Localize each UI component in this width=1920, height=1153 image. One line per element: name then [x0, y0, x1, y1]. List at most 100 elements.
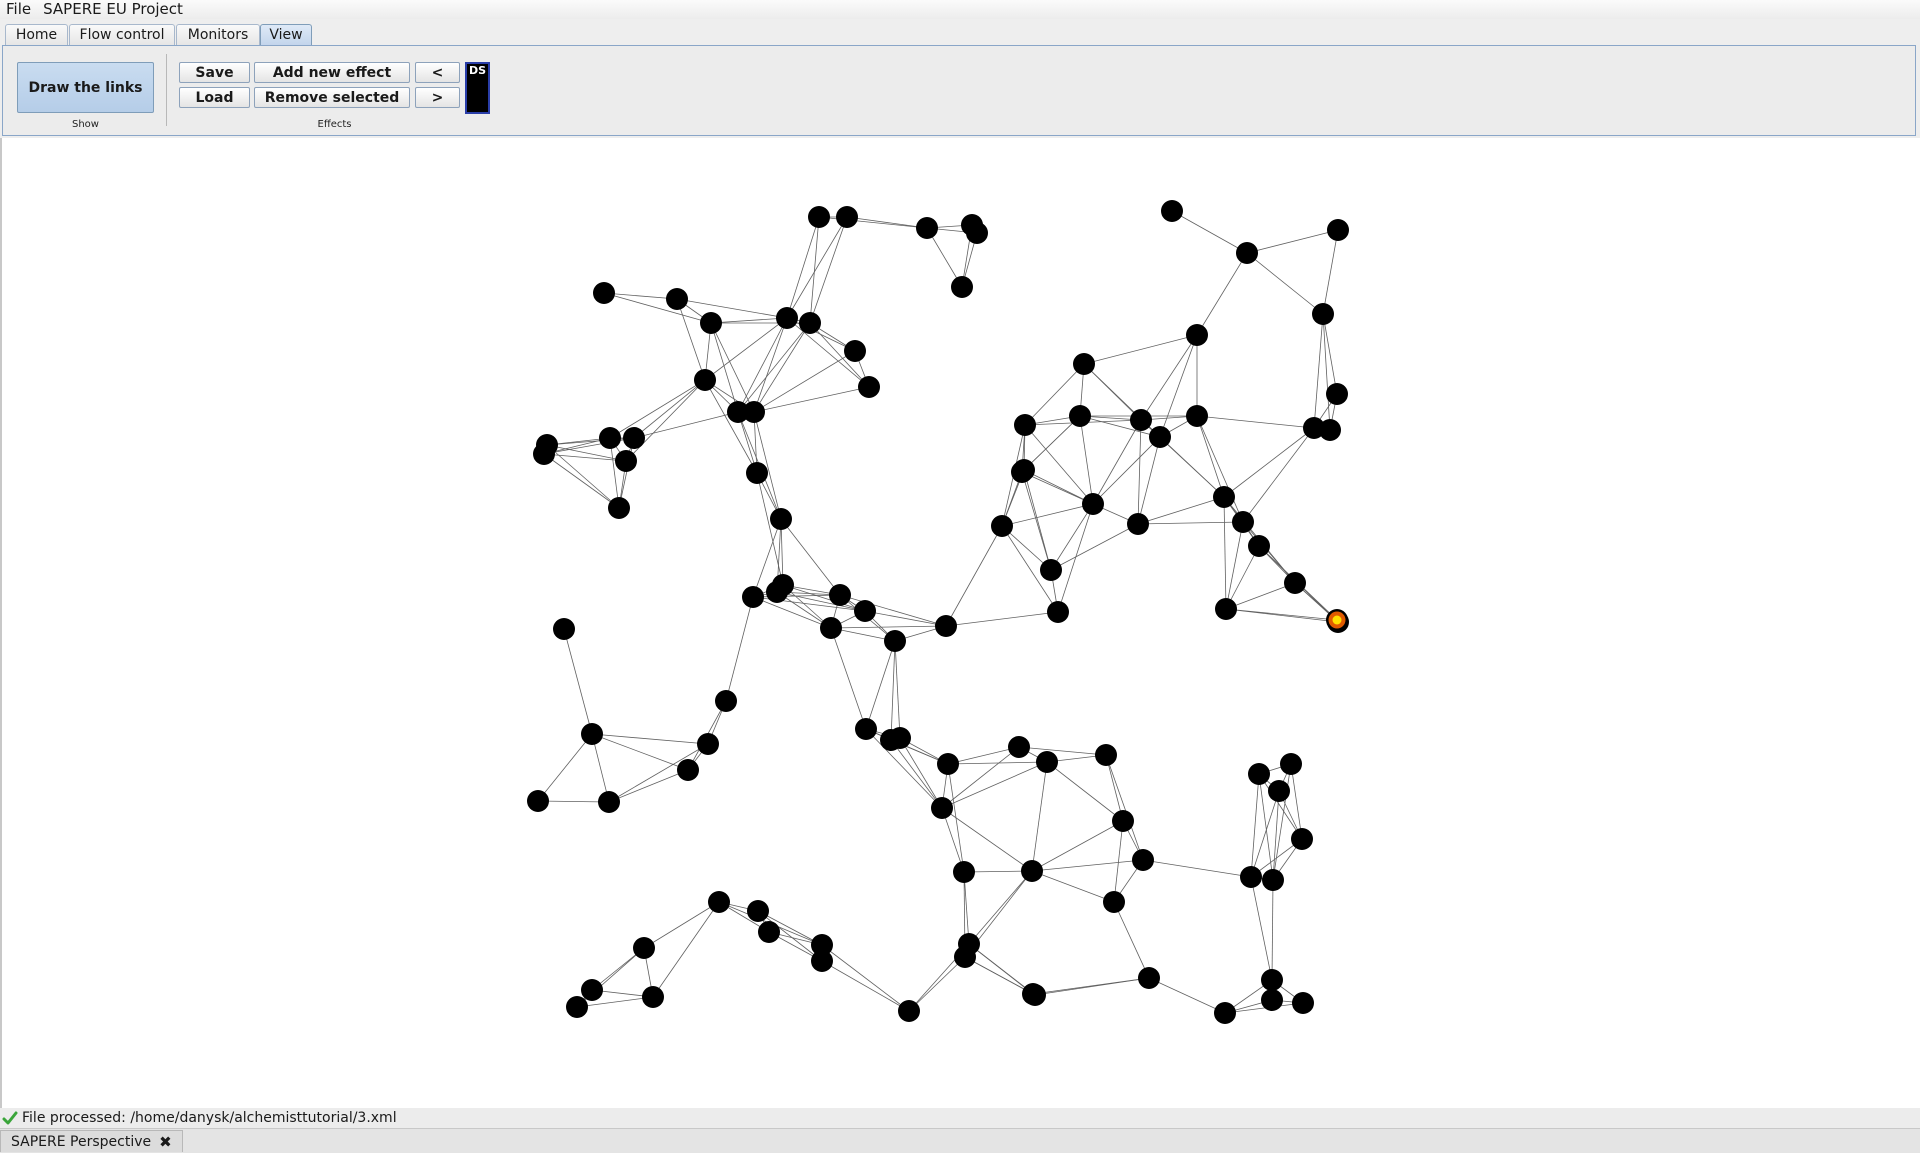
save-button[interactable]: Save	[179, 62, 250, 83]
graph-node[interactable]	[633, 937, 655, 959]
graph-node[interactable]	[889, 727, 911, 749]
effect-ds-slot[interactable]: DS	[465, 62, 490, 114]
graph-node[interactable]	[1280, 753, 1302, 775]
graph-node[interactable]	[566, 996, 588, 1018]
graph-node[interactable]	[677, 759, 699, 781]
graph-node[interactable]	[1291, 828, 1313, 850]
graph-canvas[interactable]	[0, 138, 1920, 1108]
graph-node[interactable]	[991, 515, 1013, 537]
graph-node[interactable]	[758, 921, 780, 943]
graph-node[interactable]	[1047, 601, 1069, 623]
graph-node[interactable]	[966, 222, 988, 244]
graph-node[interactable]	[1319, 419, 1341, 441]
graph-node[interactable]	[608, 497, 630, 519]
graph-node[interactable]	[854, 600, 876, 622]
graph-node[interactable]	[1014, 414, 1036, 436]
graph-node[interactable]	[1024, 984, 1046, 1006]
graph-node[interactable]	[533, 443, 555, 465]
graph-node[interactable]	[615, 450, 637, 472]
graph-node[interactable]	[623, 427, 645, 449]
add-new-effect-button[interactable]: Add new effect	[254, 62, 410, 83]
draw-links-button[interactable]: Draw the links	[17, 62, 154, 113]
graph-node[interactable]	[527, 790, 549, 812]
graph-node[interactable]	[1326, 383, 1348, 405]
load-button[interactable]: Load	[179, 87, 250, 108]
tab-view[interactable]: View	[260, 24, 312, 45]
next-effect-button[interactable]: >	[415, 87, 460, 108]
graph-node[interactable]	[1069, 405, 1091, 427]
network-graph[interactable]	[2, 138, 1920, 1108]
perspective-tab[interactable]: SAPERE Perspective ✖	[0, 1130, 183, 1152]
graph-node[interactable]	[1149, 426, 1171, 448]
graph-node[interactable]	[1008, 736, 1030, 758]
graph-node[interactable]	[1312, 303, 1334, 325]
graph-node[interactable]	[1236, 242, 1258, 264]
graph-node[interactable]	[1112, 810, 1134, 832]
graph-node[interactable]	[884, 630, 906, 652]
graph-node[interactable]	[1103, 891, 1125, 913]
graph-node[interactable]	[1248, 535, 1270, 557]
remove-selected-button[interactable]: Remove selected	[254, 87, 410, 108]
graph-node[interactable]	[1127, 513, 1149, 535]
graph-node[interactable]	[916, 217, 938, 239]
graph-node[interactable]	[700, 312, 722, 334]
graph-node[interactable]	[951, 276, 973, 298]
graph-node[interactable]	[844, 340, 866, 362]
graph-node[interactable]	[1161, 200, 1183, 222]
graph-node[interactable]	[1213, 486, 1235, 508]
graph-node[interactable]	[829, 584, 851, 606]
graph-node[interactable]	[1138, 967, 1160, 989]
graph-node[interactable]	[1214, 1002, 1236, 1024]
graph-node[interactable]	[1036, 751, 1058, 773]
graph-node[interactable]	[581, 979, 603, 1001]
graph-node[interactable]	[1261, 989, 1283, 1011]
graph-node[interactable]	[1292, 992, 1314, 1014]
graph-node[interactable]	[772, 574, 794, 596]
graph-node[interactable]	[747, 900, 769, 922]
graph-node[interactable]	[935, 615, 957, 637]
graph-node[interactable]	[820, 617, 842, 639]
graph-node[interactable]	[581, 723, 603, 745]
graph-node[interactable]	[953, 861, 975, 883]
graph-node[interactable]	[776, 307, 798, 329]
graph-node[interactable]	[1011, 461, 1033, 483]
graph-node[interactable]	[553, 618, 575, 640]
graph-node[interactable]	[1095, 744, 1117, 766]
graph-node[interactable]	[743, 401, 765, 423]
graph-node[interactable]	[1073, 353, 1095, 375]
graph-node[interactable]	[1327, 219, 1349, 241]
graph-node[interactable]	[858, 376, 880, 398]
graph-node[interactable]	[642, 986, 664, 1008]
graph-node[interactable]	[1040, 559, 1062, 581]
graph-node[interactable]	[593, 282, 615, 304]
graph-node[interactable]	[954, 946, 976, 968]
graph-node[interactable]	[937, 753, 959, 775]
graph-node[interactable]	[1186, 405, 1208, 427]
graph-node[interactable]	[697, 733, 719, 755]
previous-effect-button[interactable]: <	[415, 62, 460, 83]
graph-node[interactable]	[1268, 780, 1290, 802]
graph-node[interactable]	[931, 797, 953, 819]
graph-node[interactable]	[746, 462, 768, 484]
tab-home[interactable]: Home	[5, 24, 68, 45]
graph-node[interactable]	[1021, 860, 1043, 882]
highlighted-node[interactable]	[1326, 609, 1348, 631]
graph-node[interactable]	[799, 312, 821, 334]
graph-node[interactable]	[1232, 511, 1254, 533]
graph-node[interactable]	[599, 427, 621, 449]
graph-node[interactable]	[1261, 969, 1283, 991]
graph-node[interactable]	[1262, 869, 1284, 891]
graph-node[interactable]	[1248, 763, 1270, 785]
graph-node[interactable]	[715, 690, 737, 712]
graph-node[interactable]	[1284, 572, 1306, 594]
graph-node[interactable]	[598, 791, 620, 813]
graph-node[interactable]	[1215, 598, 1237, 620]
close-icon[interactable]: ✖	[159, 1133, 172, 1151]
graph-node[interactable]	[1186, 324, 1208, 346]
graph-node[interactable]	[1130, 409, 1152, 431]
tab-monitors[interactable]: Monitors	[176, 24, 260, 45]
graph-node[interactable]	[836, 206, 858, 228]
graph-node[interactable]	[694, 369, 716, 391]
menu-file[interactable]: File	[0, 0, 37, 19]
tab-flow-control[interactable]: Flow control	[69, 24, 175, 45]
